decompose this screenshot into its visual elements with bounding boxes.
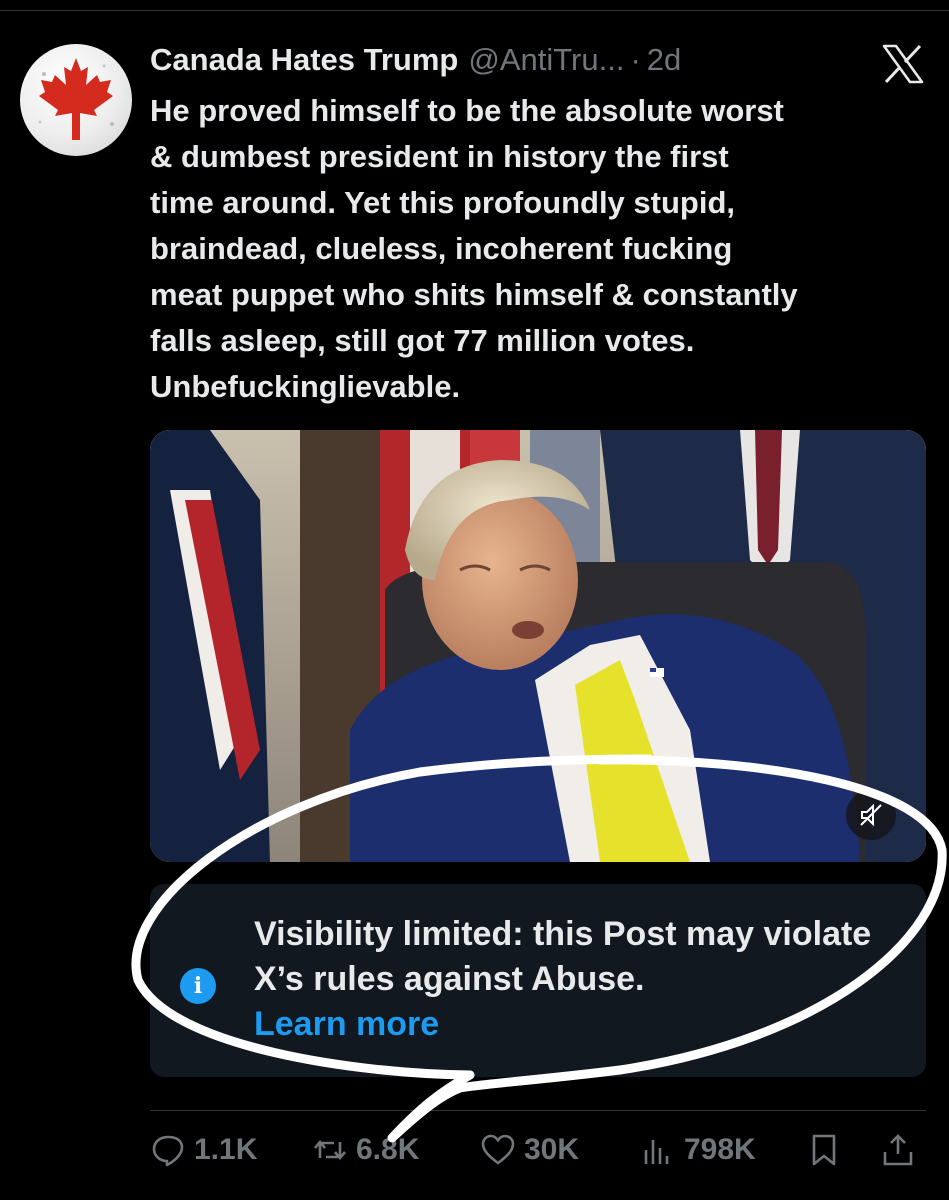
bookmark-icon <box>812 1134 836 1166</box>
views-button[interactable]: 798K <box>640 1130 756 1170</box>
share-icon <box>883 1134 913 1166</box>
mute-button[interactable] <box>846 790 896 840</box>
bar-chart-icon <box>644 1140 669 1164</box>
reply-button[interactable]: 1.1K <box>150 1130 257 1170</box>
post-text: He proved himself to be the absolute wor… <box>150 93 798 404</box>
action-divider <box>150 1110 926 1111</box>
x-logo-icon <box>882 44 924 84</box>
post-image[interactable] <box>150 430 926 862</box>
separator-dot: · <box>630 42 641 77</box>
view-count: 798K <box>684 1133 756 1166</box>
top-divider <box>0 10 949 11</box>
display-name[interactable]: Canada Hates Trump <box>150 42 458 78</box>
handle[interactable]: @AntiTru... <box>468 42 624 78</box>
maple-leaf-icon <box>38 58 114 140</box>
like-count: 30K <box>524 1133 580 1166</box>
post-header: Canada Hates Trump @AntiTru... · 2d <box>150 40 681 80</box>
bookmark-button[interactable] <box>806 1130 842 1170</box>
share-button[interactable] <box>880 1130 916 1170</box>
learn-more-link[interactable]: Learn more <box>254 1002 439 1047</box>
reply-icon <box>152 1135 184 1167</box>
photo <box>150 430 926 862</box>
like-button[interactable]: 30K <box>480 1130 579 1170</box>
volume-muted-icon <box>860 803 882 827</box>
repost-icon <box>314 1139 346 1161</box>
heart-icon <box>481 1134 515 1165</box>
info-icon: i <box>180 968 216 1004</box>
repost-count: 6.8K <box>356 1133 420 1166</box>
reply-count: 1.1K <box>194 1133 258 1166</box>
notice-text: Visibility limited: this Post may violat… <box>254 915 872 998</box>
repost-button[interactable]: 6.8K <box>312 1130 419 1170</box>
avatar[interactable] <box>20 44 132 156</box>
timestamp[interactable]: 2d <box>647 42 681 78</box>
visibility-notice: i Visibility limited: this Post may viol… <box>150 884 926 1077</box>
